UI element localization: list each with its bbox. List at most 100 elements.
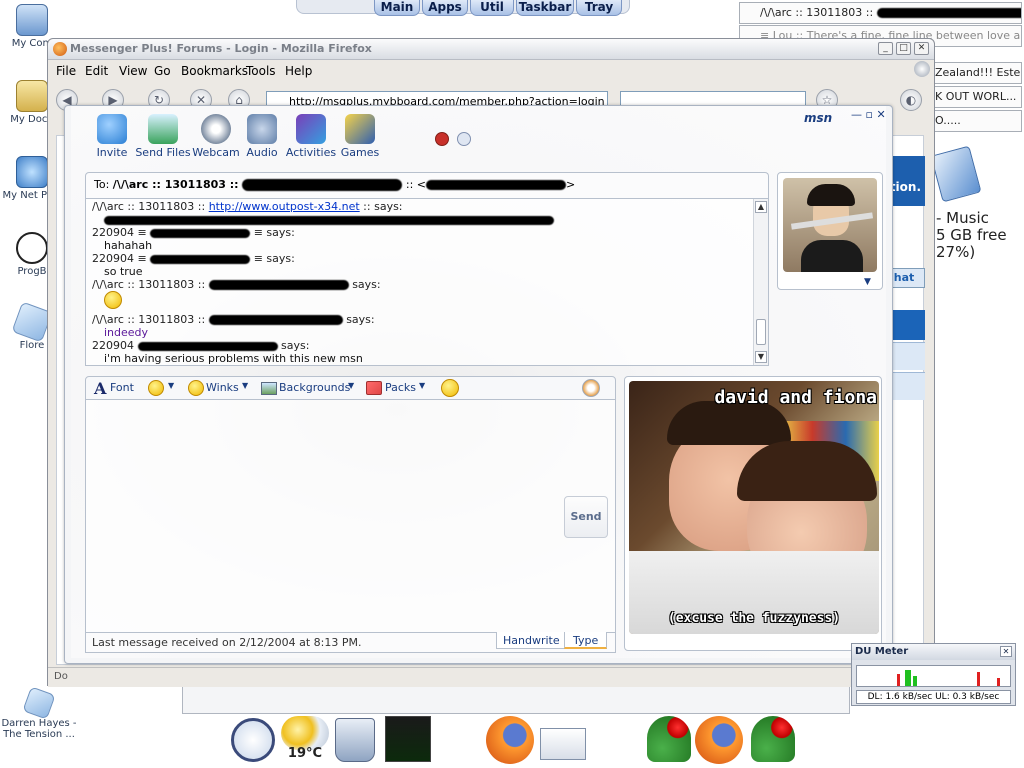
weather-icon bbox=[281, 716, 329, 750]
scroll-up-button[interactable]: ▲ bbox=[755, 201, 767, 213]
background-icon[interactable] bbox=[457, 132, 471, 146]
right-list-text: /\/\arc :: 13011803 :: bbox=[760, 6, 877, 19]
compose-area[interactable]: Send bbox=[85, 400, 616, 633]
says-label: ≡ says: bbox=[250, 252, 295, 265]
type-tab[interactable]: Type bbox=[564, 632, 608, 649]
drive-free: 5 GB free bbox=[936, 226, 1007, 244]
emoticon-button[interactable] bbox=[148, 380, 164, 396]
send-button[interactable]: Send bbox=[564, 496, 608, 538]
backgrounds-button[interactable]: Backgrounds bbox=[279, 381, 350, 394]
status-text: Last message received on 2/12/2004 at 8:… bbox=[92, 636, 362, 649]
block-icon[interactable] bbox=[435, 132, 449, 146]
computer-icon bbox=[16, 4, 48, 36]
graph-bar bbox=[897, 674, 900, 686]
dock-msn-alert[interactable] bbox=[748, 714, 798, 766]
conversation-status: Last message received on 2/12/2004 at 8:… bbox=[85, 632, 616, 653]
right-list-item[interactable]: Zealand!!! Estelio... bbox=[930, 62, 1022, 84]
meter-icon bbox=[385, 716, 431, 762]
menu-bar: File Edit View Go Bookmarks Tools Help bbox=[48, 61, 934, 81]
message-text: so true bbox=[104, 265, 143, 278]
winks-button[interactable]: Winks bbox=[206, 381, 239, 394]
nudge-button[interactable] bbox=[441, 379, 459, 397]
redaction bbox=[242, 179, 403, 191]
contact-display-picture[interactable]: ▼ bbox=[777, 172, 883, 290]
file-icon bbox=[22, 686, 56, 720]
says-label: :: says: bbox=[359, 200, 403, 213]
du-close-button[interactable]: ✕ bbox=[1000, 646, 1012, 657]
sender-name: /\/\arc :: 13011803 :: bbox=[92, 313, 209, 326]
minimize-button[interactable]: _ bbox=[878, 42, 893, 55]
dock-meter[interactable] bbox=[383, 714, 433, 766]
message-history[interactable]: /\/\arc :: 13011803 :: http://www.outpos… bbox=[85, 198, 769, 366]
plus-menu-icon[interactable] bbox=[582, 379, 600, 397]
dock-firefox[interactable] bbox=[694, 714, 744, 766]
invite-button[interactable]: Invite bbox=[85, 114, 139, 159]
dock-msn-alert[interactable] bbox=[644, 714, 694, 766]
scroll-down-button[interactable]: ▼ bbox=[755, 351, 767, 363]
launcher-tab-tray[interactable]: Tray bbox=[576, 0, 622, 16]
winks-dropdown[interactable]: ▼ bbox=[242, 381, 248, 390]
graph-bar bbox=[997, 678, 1000, 686]
hair-shape bbox=[807, 184, 855, 206]
launcher-tab-util[interactable]: Util bbox=[470, 0, 514, 16]
toolbar-label: Activities bbox=[285, 146, 337, 159]
launcher-tab-main[interactable]: Main bbox=[374, 0, 420, 16]
menu-bookmarks[interactable]: Bookmarks bbox=[181, 64, 248, 78]
to-end: > bbox=[566, 178, 576, 191]
msn-minimize-button[interactable]: — bbox=[851, 108, 862, 121]
right-list-item[interactable]: /\/\arc :: 13011803 :: bbox=[739, 2, 1022, 24]
body-shape bbox=[801, 240, 863, 272]
menu-file[interactable]: File bbox=[56, 64, 76, 78]
says-label: says: bbox=[342, 313, 375, 326]
menu-help[interactable]: Help bbox=[285, 64, 312, 78]
toolbar-label: Send Files bbox=[135, 146, 191, 159]
msn-close-button[interactable]: ✕ bbox=[876, 108, 885, 121]
emoticon-dropdown[interactable]: ▼ bbox=[168, 381, 174, 390]
send-files-button[interactable]: Send Files bbox=[133, 114, 193, 159]
games-button[interactable]: Games bbox=[333, 114, 387, 159]
winks-icon bbox=[188, 380, 204, 396]
window-title: Messenger Plus! Forums - Login - Mozilla… bbox=[70, 42, 372, 55]
handwrite-tab[interactable]: Handwrite bbox=[496, 632, 567, 649]
menu-view[interactable]: View bbox=[119, 64, 147, 78]
dock-mail[interactable] bbox=[538, 714, 588, 766]
history-scrollbar[interactable]: ▲ ▼ bbox=[753, 199, 768, 365]
picture-caption-bottom: (excuse the fuzzyness) bbox=[667, 611, 841, 626]
right-list-item[interactable]: K OUT WORL... bbox=[930, 86, 1022, 108]
menu-go[interactable]: Go bbox=[154, 64, 171, 78]
dock-weather[interactable]: 19°C bbox=[280, 714, 330, 766]
to-separator: :: < bbox=[402, 178, 427, 191]
launcher-tab-apps[interactable]: Apps bbox=[422, 0, 468, 16]
menu-edit[interactable]: Edit bbox=[85, 64, 108, 78]
mouse-gesture-icon[interactable]: ◐ bbox=[900, 89, 922, 111]
activities-button[interactable]: Activities bbox=[281, 114, 341, 159]
graph-bar bbox=[905, 670, 911, 686]
menu-tools[interactable]: Tools bbox=[246, 64, 276, 78]
firefox-icon bbox=[53, 42, 67, 56]
packs-dropdown[interactable]: ▼ bbox=[419, 381, 425, 390]
sender-line: /\/\arc :: 13011803 :: http://www.outpos… bbox=[92, 200, 748, 213]
dock-recycle-bin[interactable] bbox=[330, 714, 380, 766]
launcher-tab-taskbar[interactable]: Taskbar bbox=[516, 0, 574, 16]
msn-window-controls: — ▫ ✕ bbox=[851, 108, 886, 121]
contact-pic-dropdown[interactable]: ▼ bbox=[864, 277, 871, 287]
dock-clock[interactable] bbox=[228, 714, 278, 766]
right-list-item[interactable]: O..... bbox=[930, 110, 1022, 132]
msn-maximize-button[interactable]: ▫ bbox=[866, 108, 873, 121]
firefox-statusbar: Do bbox=[48, 667, 934, 687]
sender-link[interactable]: http://www.outpost-x34.net bbox=[209, 200, 360, 213]
my-display-picture[interactable]: david and fiona (excuse the fuzzyness) bbox=[624, 376, 882, 651]
graph-bar bbox=[977, 672, 980, 686]
maximize-button[interactable]: □ bbox=[896, 42, 911, 55]
to-field: To: /\/\arc :: 13011803 :: :: < > bbox=[85, 172, 769, 198]
firefox-titlebar[interactable]: Messenger Plus! Forums - Login - Mozilla… bbox=[48, 39, 934, 60]
drive-icon bbox=[930, 145, 982, 203]
scroll-thumb[interactable] bbox=[756, 319, 766, 345]
backgrounds-dropdown[interactable]: ▼ bbox=[348, 381, 354, 390]
packs-button[interactable]: Packs bbox=[385, 381, 416, 394]
font-button[interactable]: Font bbox=[110, 381, 134, 394]
dock-firefox[interactable] bbox=[485, 714, 535, 766]
sender-line: /\/\arc :: 13011803 :: says: bbox=[92, 313, 748, 326]
desktop-icon-darren-hayes[interactable]: Darren Hayes - The Tension ... bbox=[0, 686, 78, 740]
close-button[interactable]: ✕ bbox=[914, 42, 929, 55]
